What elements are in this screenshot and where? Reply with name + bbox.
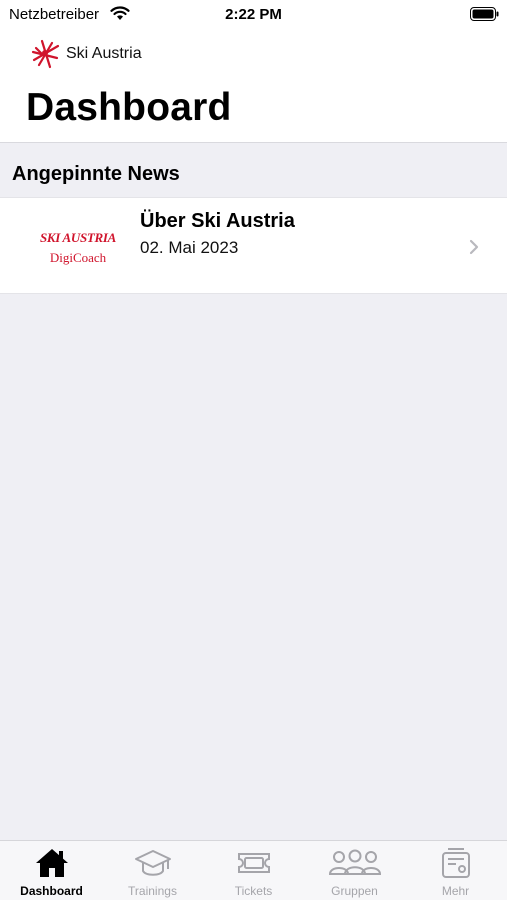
tab-trainings[interactable]: Trainings bbox=[102, 841, 203, 900]
header: Ski Austria Dashboard bbox=[0, 30, 507, 143]
tab-label: Trainings bbox=[128, 884, 177, 898]
thumbnail-brand: SKI AUSTRIA bbox=[39, 230, 117, 245]
news-item[interactable]: SKI AUSTRIA DigiCoach Über Ski Austria 0… bbox=[0, 197, 507, 294]
ski-austria-logo-icon bbox=[31, 39, 60, 69]
brand: Ski Austria bbox=[30, 38, 142, 70]
id-card-icon bbox=[441, 848, 470, 878]
status-time: 2:22 PM bbox=[225, 6, 282, 23]
app-screen: Netzbetreiber 2:22 PM Ski Austria Dashbo… bbox=[0, 0, 507, 900]
pinned-news-heading: Angepinnte News bbox=[12, 163, 180, 185]
tab-label: Dashboard bbox=[20, 884, 83, 898]
news-thumbnail: SKI AUSTRIA DigiCoach bbox=[30, 222, 126, 270]
page-title: Dashboard bbox=[26, 86, 232, 129]
chevron-right-icon bbox=[469, 239, 479, 255]
news-date: 02. Mai 2023 bbox=[140, 238, 239, 257]
news-title: Über Ski Austria bbox=[140, 210, 295, 232]
tab-label: Gruppen bbox=[331, 884, 378, 898]
tab-tickets[interactable]: Tickets bbox=[203, 841, 304, 900]
battery-icon bbox=[470, 7, 499, 21]
tab-bar: Dashboard Trainings Tickets Gruppen Mehr bbox=[0, 840, 507, 900]
house-icon bbox=[35, 849, 68, 877]
tab-label: Mehr bbox=[441, 884, 470, 898]
tab-mehr[interactable]: Mehr bbox=[405, 841, 506, 900]
tab-gruppen[interactable]: Gruppen bbox=[304, 841, 405, 900]
thumbnail-subtitle: DigiCoach bbox=[49, 250, 107, 265]
tab-label: Tickets bbox=[234, 884, 273, 898]
status-bar: Netzbetreiber 2:22 PM bbox=[0, 0, 507, 30]
tab-dashboard[interactable]: Dashboard bbox=[1, 841, 102, 900]
brand-name: Ski Austria bbox=[66, 45, 142, 62]
ticket-icon bbox=[237, 853, 270, 873]
people-icon bbox=[328, 849, 381, 875]
graduation-cap-icon bbox=[134, 850, 171, 876]
